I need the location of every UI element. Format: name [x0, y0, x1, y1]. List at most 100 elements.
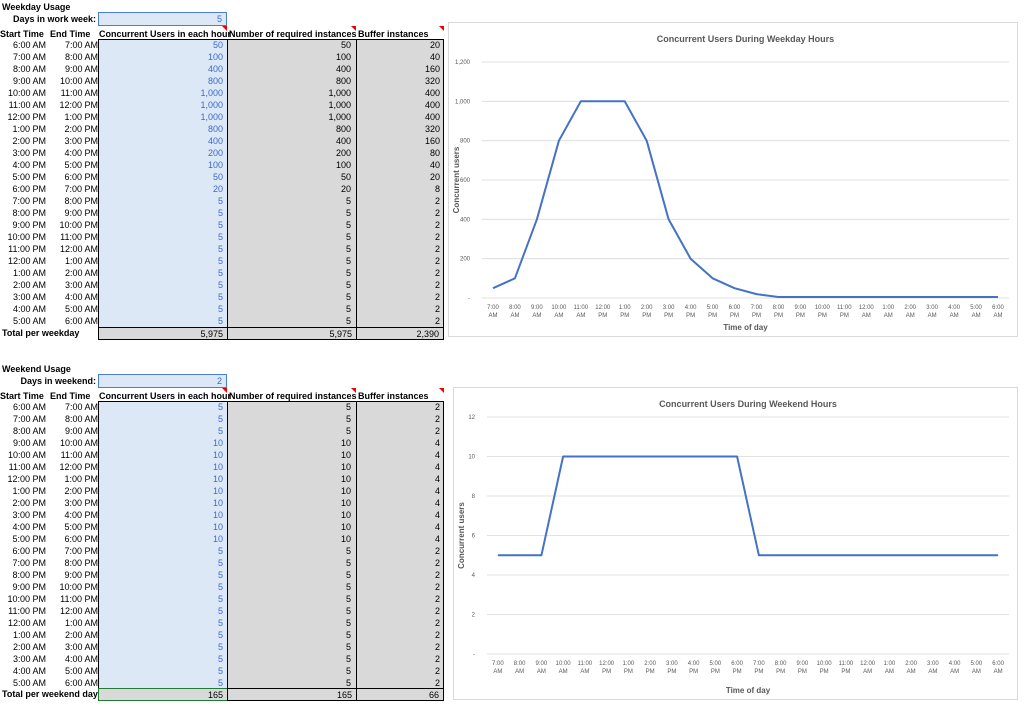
buffer-instances-cell[interactable]: 8 [357, 183, 440, 195]
concurrent-users-cell[interactable]: 5 [99, 207, 223, 219]
required-instances-cell[interactable]: 1,000 [228, 87, 351, 99]
buffer-instances-cell[interactable]: 2 [357, 291, 440, 303]
buffer-instances-cell[interactable]: 4 [357, 533, 440, 545]
concurrent-users-cell[interactable]: 5 [99, 279, 223, 291]
required-instances-cell[interactable]: 5 [228, 303, 351, 315]
buffer-instances-cell[interactable]: 2 [357, 545, 440, 557]
required-instances-cell[interactable]: 10 [228, 437, 351, 449]
concurrent-users-cell[interactable]: 1,000 [99, 87, 223, 99]
concurrent-users-cell[interactable]: 5 [99, 231, 223, 243]
required-instances-cell[interactable]: 200 [228, 147, 351, 159]
weekend-total-buffer[interactable]: 66 [356, 688, 444, 701]
buffer-instances-cell[interactable]: 400 [357, 87, 440, 99]
concurrent-users-cell[interactable]: 1,000 [99, 111, 223, 123]
required-instances-cell[interactable]: 5 [228, 425, 351, 437]
required-instances-cell[interactable]: 100 [228, 51, 351, 63]
buffer-instances-cell[interactable]: 40 [357, 159, 440, 171]
required-instances-cell[interactable]: 5 [228, 413, 351, 425]
required-instances-cell[interactable]: 100 [228, 159, 351, 171]
buffer-instances-cell[interactable]: 4 [357, 473, 440, 485]
concurrent-users-cell[interactable]: 50 [99, 39, 223, 51]
buffer-instances-cell[interactable]: 160 [357, 63, 440, 75]
buffer-instances-cell[interactable]: 2 [357, 593, 440, 605]
concurrent-users-cell[interactable]: 5 [99, 219, 223, 231]
buffer-instances-cell[interactable]: 2 [357, 629, 440, 641]
required-instances-cell[interactable]: 10 [228, 521, 351, 533]
concurrent-users-cell[interactable]: 5 [99, 665, 223, 677]
buffer-instances-cell[interactable]: 2 [357, 413, 440, 425]
concurrent-users-cell[interactable]: 1,000 [99, 99, 223, 111]
buffer-instances-cell[interactable]: 2 [357, 605, 440, 617]
buffer-instances-cell[interactable]: 160 [357, 135, 440, 147]
buffer-instances-cell[interactable]: 2 [357, 231, 440, 243]
required-instances-cell[interactable]: 10 [228, 473, 351, 485]
required-instances-cell[interactable]: 5 [228, 291, 351, 303]
required-instances-cell[interactable]: 5 [228, 653, 351, 665]
buffer-instances-cell[interactable]: 2 [357, 557, 440, 569]
concurrent-users-cell[interactable]: 10 [99, 473, 223, 485]
required-instances-cell[interactable]: 5 [228, 665, 351, 677]
concurrent-users-cell[interactable]: 5 [99, 593, 223, 605]
required-instances-cell[interactable]: 5 [228, 569, 351, 581]
buffer-instances-cell[interactable]: 2 [357, 267, 440, 279]
required-instances-cell[interactable]: 5 [228, 267, 351, 279]
required-instances-cell[interactable]: 5 [228, 629, 351, 641]
comment-indicator[interactable] [439, 388, 444, 393]
concurrent-users-cell[interactable]: 5 [99, 315, 223, 327]
buffer-instances-cell[interactable]: 40 [357, 51, 440, 63]
required-instances-cell[interactable]: 5 [228, 605, 351, 617]
concurrent-users-cell[interactable]: 400 [99, 63, 223, 75]
concurrent-users-cell[interactable]: 5 [99, 569, 223, 581]
buffer-instances-cell[interactable]: 400 [357, 99, 440, 111]
required-instances-cell[interactable]: 5 [228, 593, 351, 605]
buffer-instances-cell[interactable]: 2 [357, 243, 440, 255]
required-instances-cell[interactable]: 400 [228, 135, 351, 147]
buffer-instances-cell[interactable]: 2 [357, 315, 440, 327]
buffer-instances-cell[interactable]: 2 [357, 641, 440, 653]
concurrent-users-cell[interactable]: 5 [99, 557, 223, 569]
weekend-total-required[interactable]: 165 [227, 688, 357, 701]
concurrent-users-cell[interactable]: 100 [99, 51, 223, 63]
concurrent-users-cell[interactable]: 5 [99, 641, 223, 653]
buffer-instances-cell[interactable]: 2 [357, 279, 440, 291]
required-instances-cell[interactable]: 10 [228, 449, 351, 461]
comment-indicator[interactable] [351, 388, 356, 393]
concurrent-users-cell[interactable]: 5 [99, 617, 223, 629]
required-instances-cell[interactable]: 10 [228, 497, 351, 509]
concurrent-users-cell[interactable]: 10 [99, 497, 223, 509]
concurrent-users-cell[interactable]: 10 [99, 521, 223, 533]
required-instances-cell[interactable]: 5 [228, 641, 351, 653]
buffer-instances-cell[interactable]: 2 [357, 425, 440, 437]
buffer-instances-cell[interactable]: 320 [357, 75, 440, 87]
concurrent-users-cell[interactable]: 5 [99, 291, 223, 303]
concurrent-users-cell[interactable]: 5 [99, 413, 223, 425]
required-instances-cell[interactable]: 5 [228, 243, 351, 255]
concurrent-users-cell[interactable]: 5 [99, 255, 223, 267]
concurrent-users-cell[interactable]: 400 [99, 135, 223, 147]
buffer-instances-cell[interactable]: 4 [357, 509, 440, 521]
required-instances-cell[interactable]: 5 [228, 581, 351, 593]
concurrent-users-cell[interactable]: 50 [99, 171, 223, 183]
concurrent-users-cell[interactable]: 10 [99, 437, 223, 449]
buffer-instances-cell[interactable]: 4 [357, 497, 440, 509]
buffer-instances-cell[interactable]: 4 [357, 449, 440, 461]
comment-indicator[interactable] [351, 26, 356, 31]
buffer-instances-cell[interactable]: 2 [357, 255, 440, 267]
buffer-instances-cell[interactable]: 4 [357, 485, 440, 497]
concurrent-users-cell[interactable]: 5 [99, 195, 223, 207]
weekday-total-required[interactable]: 5,975 [227, 327, 357, 340]
required-instances-cell[interactable]: 1,000 [228, 99, 351, 111]
concurrent-users-cell[interactable]: 5 [99, 303, 223, 315]
concurrent-users-cell[interactable]: 20 [99, 183, 223, 195]
comment-indicator[interactable] [439, 26, 444, 31]
concurrent-users-cell[interactable]: 5 [99, 629, 223, 641]
weekday-chart[interactable]: Concurrent Users During Weekday Hours - 20… [448, 22, 1018, 337]
concurrent-users-cell[interactable]: 10 [99, 461, 223, 473]
concurrent-users-cell[interactable]: 5 [99, 581, 223, 593]
required-instances-cell[interactable]: 5 [228, 545, 351, 557]
concurrent-users-cell[interactable]: 10 [99, 533, 223, 545]
buffer-instances-cell[interactable]: 2 [357, 207, 440, 219]
concurrent-users-cell[interactable]: 5 [99, 425, 223, 437]
concurrent-users-cell[interactable]: 5 [99, 401, 223, 413]
required-instances-cell[interactable]: 10 [228, 533, 351, 545]
